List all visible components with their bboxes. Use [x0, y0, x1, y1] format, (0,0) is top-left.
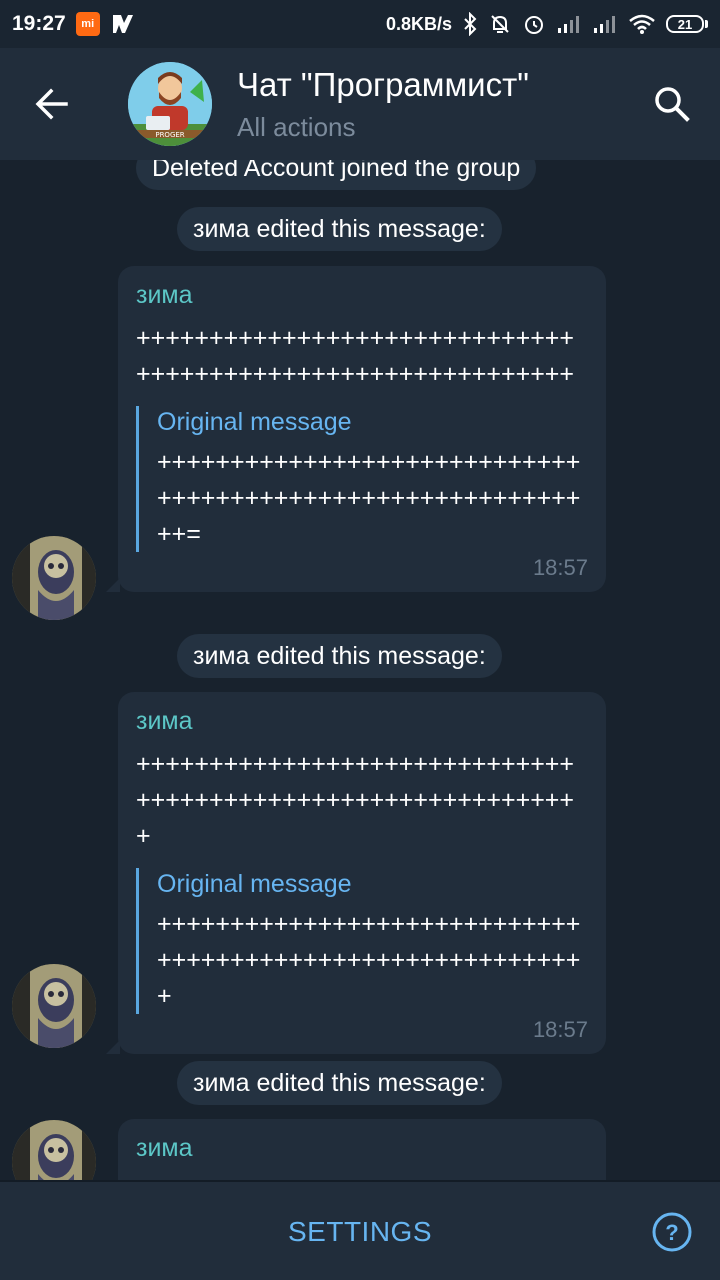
- status-left: 19:27 mi: [12, 11, 136, 37]
- quote-text: ++++++++++++++++++++++++++++++++++++++++…: [157, 910, 581, 1010]
- message-bubble[interactable]: зима +++++++++++++++++++++++++++++++++++…: [106, 692, 606, 1054]
- service-message: зима edited this message:: [177, 634, 502, 678]
- tattoo-avatar-icon: [12, 536, 96, 620]
- sender-name[interactable]: зима: [136, 280, 588, 310]
- bluetooth-icon: [462, 12, 478, 36]
- message-time: 18:57: [532, 555, 588, 580]
- sender-name[interactable]: зима: [136, 1133, 588, 1163]
- avatar-caption: PROGER: [155, 131, 184, 139]
- chat-title[interactable]: Чат "Программист": [237, 66, 529, 104]
- chat-subtitle: All actions: [237, 112, 356, 142]
- network-speed: 0.8KB/s: [385, 13, 452, 34]
- user-avatar[interactable]: [12, 536, 96, 620]
- mi-app-icon: mi: [75, 12, 100, 36]
- notification-icon: [110, 11, 136, 37]
- battery-icon: 21: [666, 15, 708, 33]
- message-bubble[interactable]: зима +++++++++++++++++++++++++++++++++++…: [106, 266, 606, 592]
- user-avatar[interactable]: [12, 1120, 96, 1180]
- service-message: зима edited this message:: [177, 207, 502, 251]
- app-bar: PROGER Чат "Программист" All actions: [0, 48, 720, 160]
- silent-icon: [488, 12, 512, 36]
- wifi-icon: [628, 13, 656, 35]
- message-bubble[interactable]: зима: [118, 1119, 606, 1180]
- quote-title: Original message: [157, 408, 352, 436]
- chat-avatar[interactable]: PROGER: [128, 62, 212, 146]
- help-label: ?: [665, 1220, 678, 1245]
- programmer-avatar-icon: PROGER: [128, 62, 212, 146]
- back-arrow-icon: [35, 88, 68, 120]
- back-button[interactable]: [24, 76, 80, 132]
- message-time: 18:57: [532, 1017, 588, 1042]
- battery-level: 21: [666, 15, 704, 33]
- help-icon: ?: [652, 1212, 692, 1252]
- tattoo-avatar-icon: [12, 964, 96, 1048]
- alarm-icon: [522, 12, 546, 36]
- original-message-quote: Original message +++++++++++++++++++++++…: [136, 868, 594, 1014]
- quote-title: Original message: [157, 870, 352, 898]
- message-text: ++++++++++++++++++++++++++++++++++++++++…: [136, 750, 574, 850]
- signal-icon: [556, 14, 582, 34]
- tattoo-avatar-icon: [12, 1120, 96, 1180]
- signal-icon-2: [592, 14, 618, 34]
- original-message-quote: Original message +++++++++++++++++++++++…: [136, 406, 594, 552]
- status-time: 19:27: [12, 12, 66, 35]
- chat-area[interactable]: Deleted Account joined the group зима ed…: [0, 160, 720, 1180]
- user-avatar[interactable]: [12, 964, 96, 1048]
- service-message: зима edited this message:: [177, 1061, 502, 1105]
- search-button[interactable]: [644, 76, 700, 132]
- settings-button[interactable]: SETTINGS: [250, 1204, 470, 1260]
- message-text: ++++++++++++++++++++++++++++++++++++++++…: [136, 324, 574, 388]
- battery-cap: [705, 20, 708, 28]
- service-message: Deleted Account joined the group: [136, 160, 537, 190]
- quote-text: ++++++++++++++++++++++++++++++++++++++++…: [157, 448, 581, 548]
- sender-name[interactable]: зима: [136, 706, 588, 736]
- bottom-bar: SETTINGS ?: [0, 1180, 720, 1280]
- status-right: 0.8KB/s 21: [386, 12, 708, 36]
- search-icon: [655, 87, 690, 122]
- status-bar: 19:27 mi 0.8KB/s 21: [0, 0, 720, 48]
- help-button[interactable]: ?: [648, 1208, 696, 1256]
